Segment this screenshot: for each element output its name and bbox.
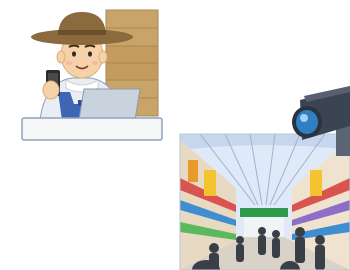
- farmer-illustration: [21, 9, 163, 141]
- illustration-canvas: [0, 0, 350, 270]
- shopping-arcade-illustration: [179, 133, 350, 270]
- desk: [21, 117, 163, 141]
